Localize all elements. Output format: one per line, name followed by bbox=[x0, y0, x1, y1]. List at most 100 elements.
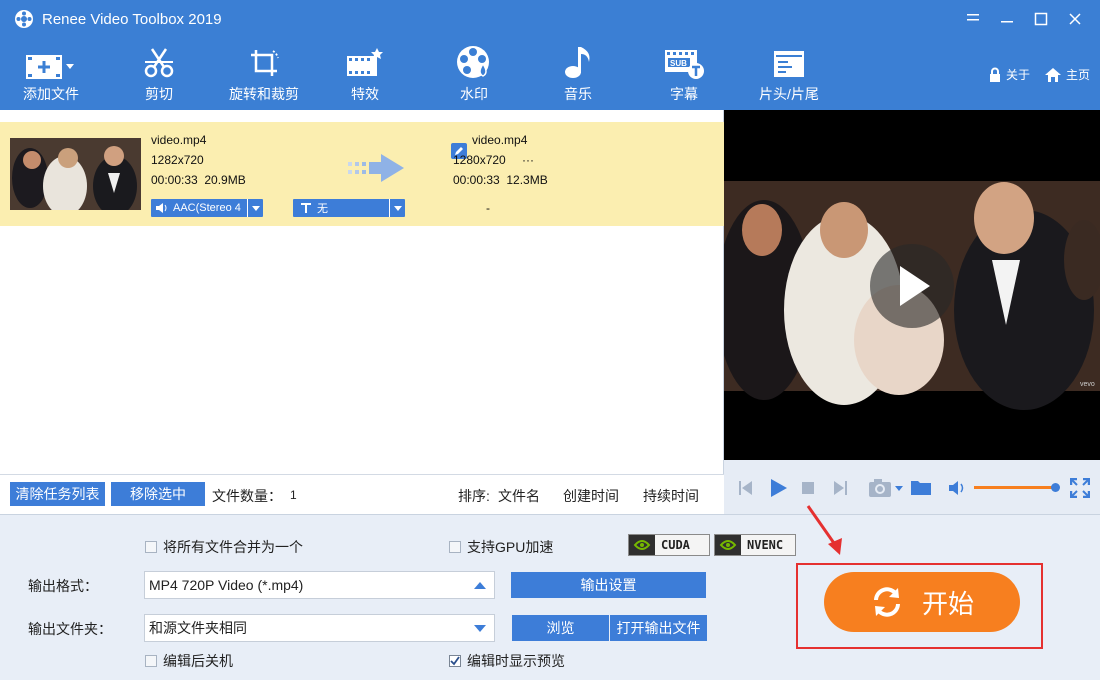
toolbar-label: 添加文件 bbox=[23, 86, 79, 102]
sort-by-created[interactable]: 创建时间 bbox=[563, 486, 619, 506]
play-icon[interactable] bbox=[770, 478, 788, 498]
title-bar: Renee Video Toolbox 2019 bbox=[0, 0, 1100, 38]
clear-task-list-button[interactable]: 清除任务列表 bbox=[10, 482, 105, 506]
text-icon bbox=[301, 203, 311, 213]
scissors-icon bbox=[144, 48, 174, 78]
start-label: 开始 bbox=[921, 588, 974, 619]
chevron-down-icon bbox=[474, 625, 486, 632]
toolbar-label: 特效 bbox=[351, 86, 379, 102]
audio-track-dropdown[interactable]: AAC(Stereo 4 bbox=[151, 199, 263, 217]
nvenc-label: NVENC bbox=[747, 538, 784, 552]
toolbar-cut[interactable]: 剪切 bbox=[134, 38, 184, 110]
output-folder-select[interactable]: 和源文件夹相同 bbox=[144, 614, 495, 642]
start-button[interactable]: 开始 bbox=[824, 572, 1020, 632]
output-folder-value: 和源文件夹相同 bbox=[149, 620, 247, 636]
merge-files-label: 将所有文件合并为一个 bbox=[163, 539, 303, 555]
show-preview-checkbox[interactable]: 编辑时显示预览 bbox=[449, 651, 565, 671]
home-icon bbox=[1044, 67, 1061, 82]
list-footer: 清除任务列表 移除选中 文件数量： 1 排序: 文件名 创建时间 持续时间 bbox=[0, 474, 724, 514]
nvenc-badge: NVENC bbox=[714, 534, 796, 556]
output-format-value: MP4 720P Video (*.mp4) bbox=[149, 577, 304, 593]
cuda-badge: CUDA bbox=[628, 534, 710, 556]
open-output-folder-button[interactable]: 打开输出文件 bbox=[610, 615, 707, 641]
preview-frame: vevo bbox=[724, 110, 1100, 460]
toolbar-label: 音乐 bbox=[564, 86, 592, 102]
stop-icon[interactable] bbox=[802, 482, 814, 494]
previous-icon[interactable] bbox=[738, 480, 754, 496]
output-extra: - bbox=[486, 201, 490, 215]
video-preview[interactable]: vevo bbox=[724, 110, 1100, 460]
checkbox-box[interactable] bbox=[449, 541, 461, 553]
toolbar-intro-outro[interactable]: 片头/片尾 bbox=[756, 38, 822, 110]
menu-button[interactable] bbox=[958, 6, 988, 32]
rotate-crop-icon bbox=[251, 50, 279, 76]
browse-button[interactable]: 浏览 bbox=[512, 615, 609, 641]
svg-text:SUB: SUB bbox=[670, 59, 687, 68]
music-note-icon bbox=[565, 47, 590, 78]
output-duration-size: 00:00:33 12.3MB bbox=[453, 173, 548, 187]
volume-icon[interactable] bbox=[948, 480, 966, 496]
close-icon bbox=[1069, 13, 1081, 25]
sort-by-duration[interactable]: 持续时间 bbox=[643, 486, 699, 506]
home-label: 主页 bbox=[1065, 68, 1090, 82]
vevo-watermark: vevo bbox=[1080, 381, 1095, 388]
shutdown-after-checkbox[interactable]: 编辑后关机 bbox=[145, 651, 233, 671]
toolbar-add-file[interactable]: 添加文件 bbox=[14, 38, 88, 110]
add-file-icon bbox=[26, 55, 74, 79]
thumbnail-image bbox=[10, 138, 141, 210]
speaker-icon bbox=[156, 203, 167, 213]
subtitle-track-value: 无 bbox=[317, 203, 328, 215]
file-list-panel: video.mp4 1282x720 00:00:33 20.9MB video… bbox=[0, 110, 724, 474]
maximize-button[interactable] bbox=[1026, 6, 1056, 32]
output-file-name: video.mp4 bbox=[472, 133, 528, 147]
check-icon bbox=[450, 656, 460, 666]
toolbar-effects[interactable]: 特效 bbox=[342, 38, 388, 110]
convert-arrow-icon bbox=[348, 154, 404, 182]
merge-files-checkbox[interactable]: 将所有文件合并为一个 bbox=[145, 537, 303, 557]
source-resolution: 1282x720 bbox=[151, 153, 204, 167]
fullscreen-icon[interactable] bbox=[1070, 478, 1090, 498]
close-button[interactable] bbox=[1060, 6, 1090, 32]
intro-outro-icon bbox=[774, 51, 804, 77]
file-row[interactable]: video.mp4 1282x720 00:00:33 20.9MB video… bbox=[0, 122, 724, 226]
volume-slider[interactable] bbox=[974, 486, 1056, 489]
checkbox-box[interactable] bbox=[145, 655, 157, 667]
video-thumbnail[interactable] bbox=[10, 138, 141, 210]
checkbox-box[interactable] bbox=[145, 541, 157, 553]
home-link[interactable]: 主页 bbox=[1044, 66, 1090, 83]
toolbar-rotate-crop[interactable]: 旋转和裁剪 bbox=[224, 38, 304, 110]
watermark-icon bbox=[457, 46, 489, 78]
output-resolution: 1280x720 bbox=[453, 153, 506, 167]
toolbar-subtitle[interactable]: SUB 字幕 bbox=[662, 38, 706, 110]
audio-track-value: AAC(Stereo 4 bbox=[173, 202, 241, 214]
toolbar-label: 剪切 bbox=[145, 86, 173, 102]
volume-handle[interactable] bbox=[1051, 483, 1060, 492]
remove-selected-button[interactable]: 移除选中 bbox=[111, 482, 205, 506]
about-link[interactable]: 关于 bbox=[988, 66, 1030, 83]
subtitle-track-dropdown[interactable]: 无 bbox=[293, 199, 405, 217]
next-icon[interactable] bbox=[832, 480, 848, 496]
source-duration-size: 00:00:33 20.9MB bbox=[151, 173, 246, 187]
output-more-button[interactable]: ··· bbox=[522, 150, 534, 170]
minimize-button[interactable] bbox=[992, 6, 1022, 32]
toolbar-music[interactable]: 音乐 bbox=[556, 38, 600, 110]
minimize-icon bbox=[1001, 21, 1013, 23]
toolbar-label: 片头/片尾 bbox=[759, 86, 819, 102]
checkbox-box[interactable] bbox=[449, 655, 461, 667]
toolbar-watermark[interactable]: 水印 bbox=[452, 38, 496, 110]
output-format-select[interactable]: MP4 720P Video (*.mp4) bbox=[144, 571, 495, 599]
subtitle-icon: SUB bbox=[665, 50, 704, 79]
chevron-down-icon bbox=[247, 199, 263, 217]
cuda-label: CUDA bbox=[661, 538, 690, 552]
output-settings-button[interactable]: 输出设置 bbox=[511, 572, 706, 598]
camera-icon[interactable] bbox=[868, 478, 904, 498]
file-count-value: 1 bbox=[290, 488, 297, 502]
sort-by-filename[interactable]: 文件名 bbox=[498, 486, 540, 506]
app-logo-icon bbox=[15, 10, 33, 28]
maximize-icon bbox=[1034, 12, 1048, 26]
nvidia-icon bbox=[715, 535, 741, 555]
folder-icon[interactable] bbox=[910, 478, 932, 496]
effects-icon bbox=[347, 48, 383, 76]
gpu-acceleration-checkbox[interactable]: 支持GPU加速 bbox=[449, 537, 553, 557]
toolbar-label: 旋转和裁剪 bbox=[229, 86, 299, 102]
